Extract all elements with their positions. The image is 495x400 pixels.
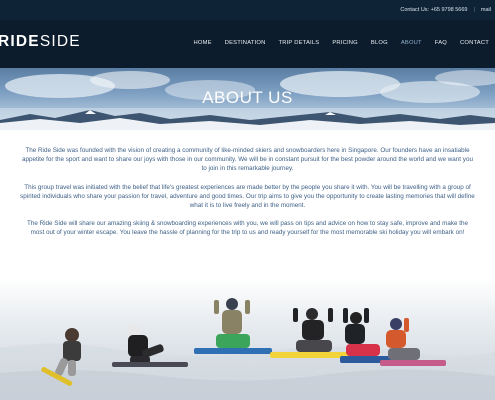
- nav-item-faq[interactable]: FAQ: [435, 40, 447, 46]
- nav-item-destination[interactable]: DESTINATION: [225, 40, 266, 46]
- nav-item-pricing[interactable]: PRICING: [332, 40, 358, 46]
- logo-bold-text: RIDE: [0, 33, 40, 50]
- nav-item-contact[interactable]: CONTACT: [460, 40, 489, 46]
- nav-item-home[interactable]: HOME: [194, 40, 212, 46]
- nav-item-blog[interactable]: BLOG: [371, 40, 388, 46]
- about-content: The Ride Side was founded with the visio…: [20, 146, 475, 247]
- main-nav: HOME DESTINATION TRIP DETAILS PRICING BL…: [194, 40, 489, 46]
- contact-bar: Contact Us: +65 9798 5669 | mail: [0, 0, 495, 20]
- site-logo[interactable]: RIDESIDE: [0, 33, 81, 51]
- about-paragraph-1: The Ride Side was founded with the visio…: [22, 147, 473, 173]
- contact-phone[interactable]: Contact Us: +65 9798 5669: [400, 7, 467, 13]
- page-title: ABOUT US: [202, 88, 293, 107]
- about-paragraph-2: This group travel was initiated with the…: [20, 183, 475, 210]
- about-paragraph-3: The Ride Side will share our amazing ski…: [26, 220, 468, 237]
- group-photo: [0, 278, 495, 400]
- nav-item-trip-details[interactable]: TRIP DETAILS: [278, 40, 319, 46]
- hero-banner: ABOUT US: [0, 68, 495, 130]
- logo-thin-text: SIDE: [39, 33, 81, 50]
- snowboarders-group-image: [0, 278, 495, 400]
- nav-item-about[interactable]: ABOUT: [401, 40, 422, 46]
- contact-email[interactable]: mail: [481, 7, 491, 13]
- contact-separator: |: [473, 7, 475, 13]
- site-header: RIDESIDE HOME DESTINATION TRIP DETAILS P…: [0, 20, 495, 68]
